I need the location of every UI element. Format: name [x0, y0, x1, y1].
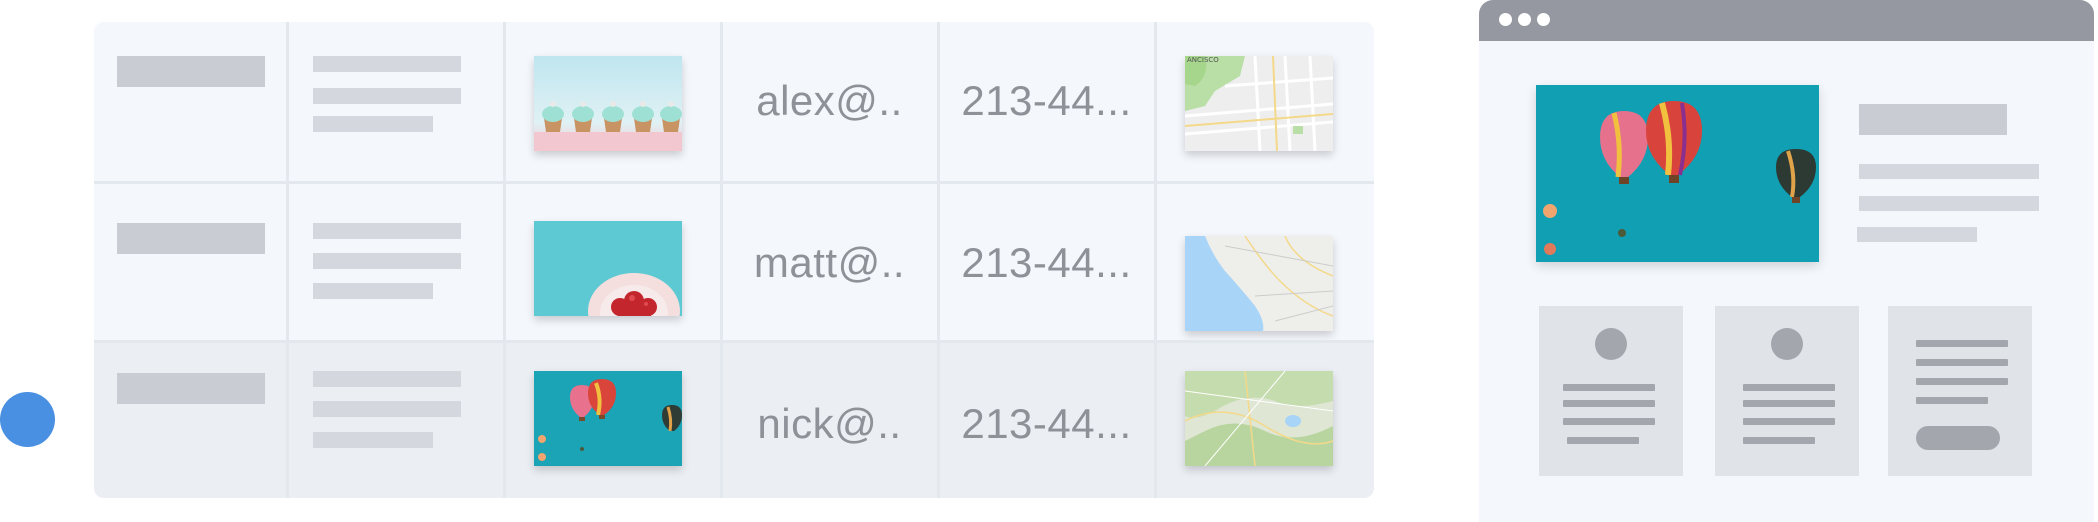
text-placeholder-line [1743, 400, 1835, 407]
name-placeholder [117, 373, 265, 404]
column-divider [937, 22, 940, 498]
map-cell [1155, 184, 1374, 340]
city-map[interactable]: ANCISCO [1185, 56, 1333, 151]
map-cell: ANCISCO [1155, 22, 1374, 181]
strawberries-photo[interactable] [534, 221, 682, 316]
text-placeholder-line [313, 223, 461, 239]
email-cell[interactable]: nick@.. [721, 343, 938, 498]
email-text: matt@.. [753, 239, 906, 286]
email-cell[interactable]: matt@.. [721, 184, 938, 340]
email-cell[interactable]: alex@.. [721, 22, 938, 181]
map-label: ANCISCO [1187, 56, 1219, 64]
text-placeholder-line [313, 401, 461, 417]
phone-text: 213-44... [961, 77, 1132, 124]
text-placeholder-line [313, 56, 461, 72]
text-placeholder-line [1916, 359, 2008, 366]
phone-cell[interactable]: 213-44... [938, 184, 1155, 340]
name-cell [94, 343, 287, 498]
text-placeholder-line [1743, 437, 1815, 444]
name-placeholder [117, 56, 265, 87]
column-divider [720, 22, 723, 498]
phone-cell[interactable]: 213-44... [938, 22, 1155, 181]
column-divider [1154, 22, 1157, 498]
card-button[interactable] [1916, 426, 2000, 450]
photo-cell [504, 343, 721, 498]
phone-text: 213-44... [961, 400, 1132, 447]
coast-map[interactable] [1185, 236, 1333, 331]
text-placeholder-line [1743, 418, 1835, 425]
profile-card[interactable] [1539, 306, 1683, 476]
text-placeholder-line [1563, 418, 1655, 425]
name-cell [94, 184, 287, 340]
profile-card[interactable] [1715, 306, 1859, 476]
window-dot-icon [1537, 13, 1550, 26]
cupcakes-photo[interactable] [534, 56, 682, 151]
text-placeholder-line [1563, 384, 1655, 391]
text-placeholder-line [1563, 400, 1655, 407]
description-cell [287, 343, 504, 498]
column-divider [503, 22, 506, 498]
map-cell [1155, 343, 1374, 498]
email-text: alex@.. [756, 77, 903, 124]
browser-titlebar [1479, 0, 2094, 41]
balloons-photo[interactable] [534, 371, 682, 466]
text-placeholder-line [313, 88, 461, 104]
text-placeholder-line [1857, 227, 1977, 242]
contacts-table: alex@.. 213-44... ANCISCO matt@.. 213-44… [94, 22, 1374, 498]
photo-cell [504, 22, 721, 181]
name-cell [94, 22, 287, 181]
text-placeholder-line [1916, 378, 2008, 385]
name-placeholder [117, 223, 265, 254]
email-text: nick@.. [757, 400, 902, 447]
description-cell [287, 184, 504, 340]
terrain-map[interactable] [1185, 371, 1333, 466]
text-placeholder-line [1916, 397, 1988, 404]
text-placeholder-line [1859, 164, 2039, 179]
hero-balloons-image[interactable] [1536, 85, 1819, 262]
column-divider [286, 22, 289, 498]
text-card[interactable] [1888, 306, 2032, 476]
phone-text: 213-44... [961, 239, 1132, 286]
avatar-placeholder-icon [1771, 328, 1803, 360]
text-placeholder-line [1916, 340, 2008, 347]
blue-circle-avatar[interactable] [0, 392, 55, 447]
text-placeholder-line [313, 432, 433, 448]
text-placeholder-line [313, 116, 433, 132]
description-cell [287, 22, 504, 181]
phone-cell[interactable]: 213-44... [938, 343, 1155, 498]
text-placeholder-line [313, 283, 433, 299]
avatar-placeholder-icon [1595, 328, 1627, 360]
text-placeholder-line [313, 371, 461, 387]
photo-cell [504, 184, 721, 340]
window-dot-icon [1499, 13, 1512, 26]
window-dot-icon [1518, 13, 1531, 26]
text-placeholder-line [313, 253, 461, 269]
text-placeholder-line [1567, 437, 1639, 444]
browser-window-preview [1479, 0, 2094, 522]
text-placeholder-line [1743, 384, 1835, 391]
text-placeholder-line [1859, 196, 2039, 211]
heading-placeholder [1859, 104, 2007, 135]
